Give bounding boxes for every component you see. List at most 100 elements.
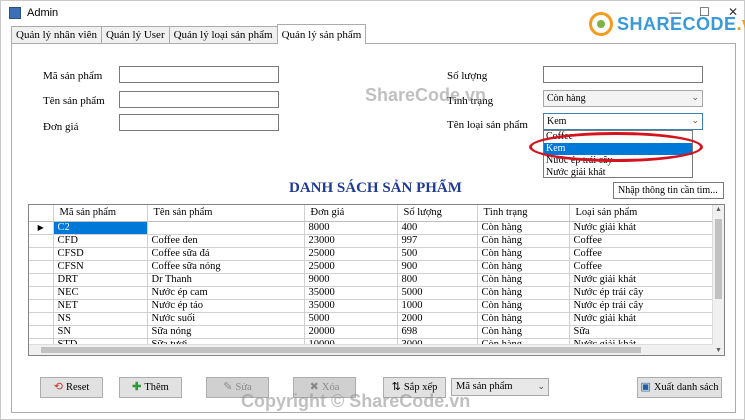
table-cell[interactable]: 698 bbox=[397, 325, 478, 339]
row-header[interactable] bbox=[29, 299, 54, 313]
row-header[interactable] bbox=[29, 234, 54, 248]
column-header-tinhtrang[interactable]: Tình trạng bbox=[477, 205, 570, 222]
table-row[interactable]: CFSN Coffee sữa nóng 25000 900 Còn hàng Coffe… bbox=[29, 260, 713, 274]
table-cell[interactable]: 997 bbox=[397, 234, 478, 248]
table-cell[interactable]: Coffee đen bbox=[147, 234, 305, 248]
row-header[interactable] bbox=[29, 247, 54, 261]
ten-san-pham-input[interactable] bbox=[119, 91, 279, 108]
table-cell[interactable]: Còn hàng bbox=[477, 312, 570, 326]
table-cell[interactable]: Còn hàng bbox=[477, 247, 570, 261]
tinh-trang-select[interactable]: Còn hàng ⌄ bbox=[543, 90, 703, 107]
table-cell[interactable]: CFSD bbox=[53, 247, 148, 261]
maximize-icon[interactable]: ☐ bbox=[699, 5, 710, 19]
column-header-loai[interactable]: Loại sản phẩm bbox=[569, 205, 713, 222]
so-luong-input[interactable] bbox=[543, 66, 703, 83]
column-header-ma[interactable]: Mã sản phẩm bbox=[53, 205, 148, 222]
table-cell[interactable]: 35000 bbox=[304, 286, 398, 300]
table-cell[interactable]: Nước giải khát bbox=[569, 273, 713, 287]
table-cell[interactable]: CFD bbox=[53, 234, 148, 248]
search-input[interactable]: Nhập thông tin cần tìm... bbox=[613, 182, 724, 199]
table-cell[interactable]: 25000 bbox=[304, 247, 398, 261]
table-cell[interactable]: Còn hàng bbox=[477, 260, 570, 274]
scroll-thumb[interactable] bbox=[715, 219, 722, 299]
table-cell[interactable]: 900 bbox=[397, 260, 478, 274]
table-cell[interactable]: CFSN bbox=[53, 260, 148, 274]
table-row[interactable]: DRT Dr Thanh 9000 800 Còn hàng Nước giải khát bbox=[29, 273, 713, 287]
table-row[interactable]: CFD Coffee đen 23000 997 Còn hàng Coffee bbox=[29, 234, 713, 248]
table-cell[interactable]: 800 bbox=[397, 273, 478, 287]
table-cell[interactable]: 8000 bbox=[304, 221, 398, 235]
table-cell[interactable]: 400 bbox=[397, 221, 478, 235]
table-cell[interactable]: 20000 bbox=[304, 325, 398, 339]
table-cell[interactable]: Nước ép cam bbox=[147, 286, 305, 300]
table-cell[interactable]: Còn hàng bbox=[477, 221, 570, 235]
table-cell[interactable]: Coffee bbox=[569, 234, 713, 248]
table-row[interactable]: NEC Nước ép cam 35000 5000 Còn hàng Nước ép t… bbox=[29, 286, 713, 300]
table-cell[interactable]: Coffee sữa đá bbox=[147, 247, 305, 261]
row-header[interactable] bbox=[29, 273, 54, 287]
add-button[interactable]: ✚ Thêm bbox=[119, 377, 182, 398]
horizontal-scrollbar[interactable] bbox=[29, 344, 713, 355]
table-cell[interactable]: Nước giải khát bbox=[569, 221, 713, 235]
table-row[interactable]: SN Sữa nóng 20000 698 Còn hàng Sữa bbox=[29, 325, 713, 339]
tab-quan-ly-san-pham[interactable]: Quản lý sản phẩm bbox=[276, 24, 367, 44]
table-cell[interactable]: NS bbox=[53, 312, 148, 326]
don-gia-input[interactable] bbox=[119, 114, 279, 131]
scroll-up-icon[interactable]: ▲ bbox=[715, 206, 722, 213]
table-cell[interactable]: Còn hàng bbox=[477, 286, 570, 300]
table-cell[interactable]: NEC bbox=[53, 286, 148, 300]
table-cell[interactable]: Sữa bbox=[569, 325, 713, 339]
column-header-gia[interactable]: Đơn giá bbox=[304, 205, 398, 222]
table-cell[interactable]: SN bbox=[53, 325, 148, 339]
table-cell[interactable]: Nước ép táo bbox=[147, 299, 305, 313]
row-header[interactable] bbox=[29, 286, 54, 300]
table-cell[interactable]: Nước ép trái cây bbox=[569, 299, 713, 313]
table-row[interactable]: ▶ C2 8000 400 Còn hàng Nước giải khát bbox=[29, 221, 713, 235]
table-cell[interactable]: 5000 bbox=[304, 312, 398, 326]
table-cell[interactable]: 5000 bbox=[397, 286, 478, 300]
loai-san-pham-select[interactable]: Kem ⌄ bbox=[543, 113, 703, 130]
table-cell[interactable]: Còn hàng bbox=[477, 299, 570, 313]
table-row[interactable]: CFSD Coffee sữa đá 25000 500 Còn hàng Coffee bbox=[29, 247, 713, 261]
table-row[interactable]: NS Nước suối 5000 2000 Còn hàng Nước giải khá… bbox=[29, 312, 713, 326]
table-cell[interactable]: Sữa nóng bbox=[147, 325, 305, 339]
table-cell[interactable]: Coffee sữa nóng bbox=[147, 260, 305, 274]
column-header-soluong[interactable]: Số lượng bbox=[397, 205, 478, 222]
scroll-thumb[interactable] bbox=[41, 347, 641, 353]
table-cell[interactable]: Còn hàng bbox=[477, 234, 570, 248]
row-header[interactable] bbox=[29, 312, 54, 326]
table-cell[interactable]: NET bbox=[53, 299, 148, 313]
table-cell[interactable]: Coffee bbox=[569, 260, 713, 274]
column-header-ten[interactable]: Tên sản phẩm bbox=[147, 205, 305, 222]
table-cell[interactable]: C2 bbox=[53, 221, 148, 235]
tab-quan-ly-user[interactable]: Quản lý User bbox=[100, 26, 170, 44]
table-cell[interactable]: 23000 bbox=[304, 234, 398, 248]
dropdown-option[interactable]: Nước giải khát bbox=[544, 167, 692, 179]
reset-button[interactable]: ⟲ Reset bbox=[40, 377, 103, 398]
row-header[interactable]: ▶ bbox=[29, 221, 54, 235]
vertical-scrollbar[interactable]: ▲ ▼ bbox=[712, 205, 724, 355]
table-cell[interactable]: 500 bbox=[397, 247, 478, 261]
scroll-down-icon[interactable]: ▼ bbox=[715, 347, 722, 354]
table-cell[interactable]: Còn hàng bbox=[477, 325, 570, 339]
table-cell[interactable]: DRT bbox=[53, 273, 148, 287]
close-icon[interactable]: ✕ bbox=[728, 5, 738, 19]
table-cell[interactable]: 35000 bbox=[304, 299, 398, 313]
table-cell[interactable]: Nước suối bbox=[147, 312, 305, 326]
table-cell[interactable]: Coffee bbox=[569, 247, 713, 261]
table-row[interactable]: NET Nước ép táo 35000 1000 Còn hàng Nước ép t… bbox=[29, 299, 713, 313]
table-cell[interactable]: Còn hàng bbox=[477, 273, 570, 287]
table-cell[interactable]: 9000 bbox=[304, 273, 398, 287]
table-cell[interactable]: 25000 bbox=[304, 260, 398, 274]
minimize-icon[interactable]: — bbox=[669, 5, 681, 19]
table-cell[interactable]: Nước ép trái cây bbox=[569, 286, 713, 300]
table-cell[interactable]: 1000 bbox=[397, 299, 478, 313]
table-cell[interactable] bbox=[147, 221, 305, 235]
table-cell[interactable]: 2000 bbox=[397, 312, 478, 326]
tab-quan-ly-loai-san-pham[interactable]: Quản lý loại sản phẩm bbox=[168, 26, 278, 44]
row-header[interactable] bbox=[29, 260, 54, 274]
table-cell[interactable]: Dr Thanh bbox=[147, 273, 305, 287]
row-header[interactable] bbox=[29, 325, 54, 339]
tab-quan-ly-nhan-vien[interactable]: Quản lý nhân viên bbox=[11, 26, 102, 44]
table-cell[interactable]: Nước giải khát bbox=[569, 312, 713, 326]
